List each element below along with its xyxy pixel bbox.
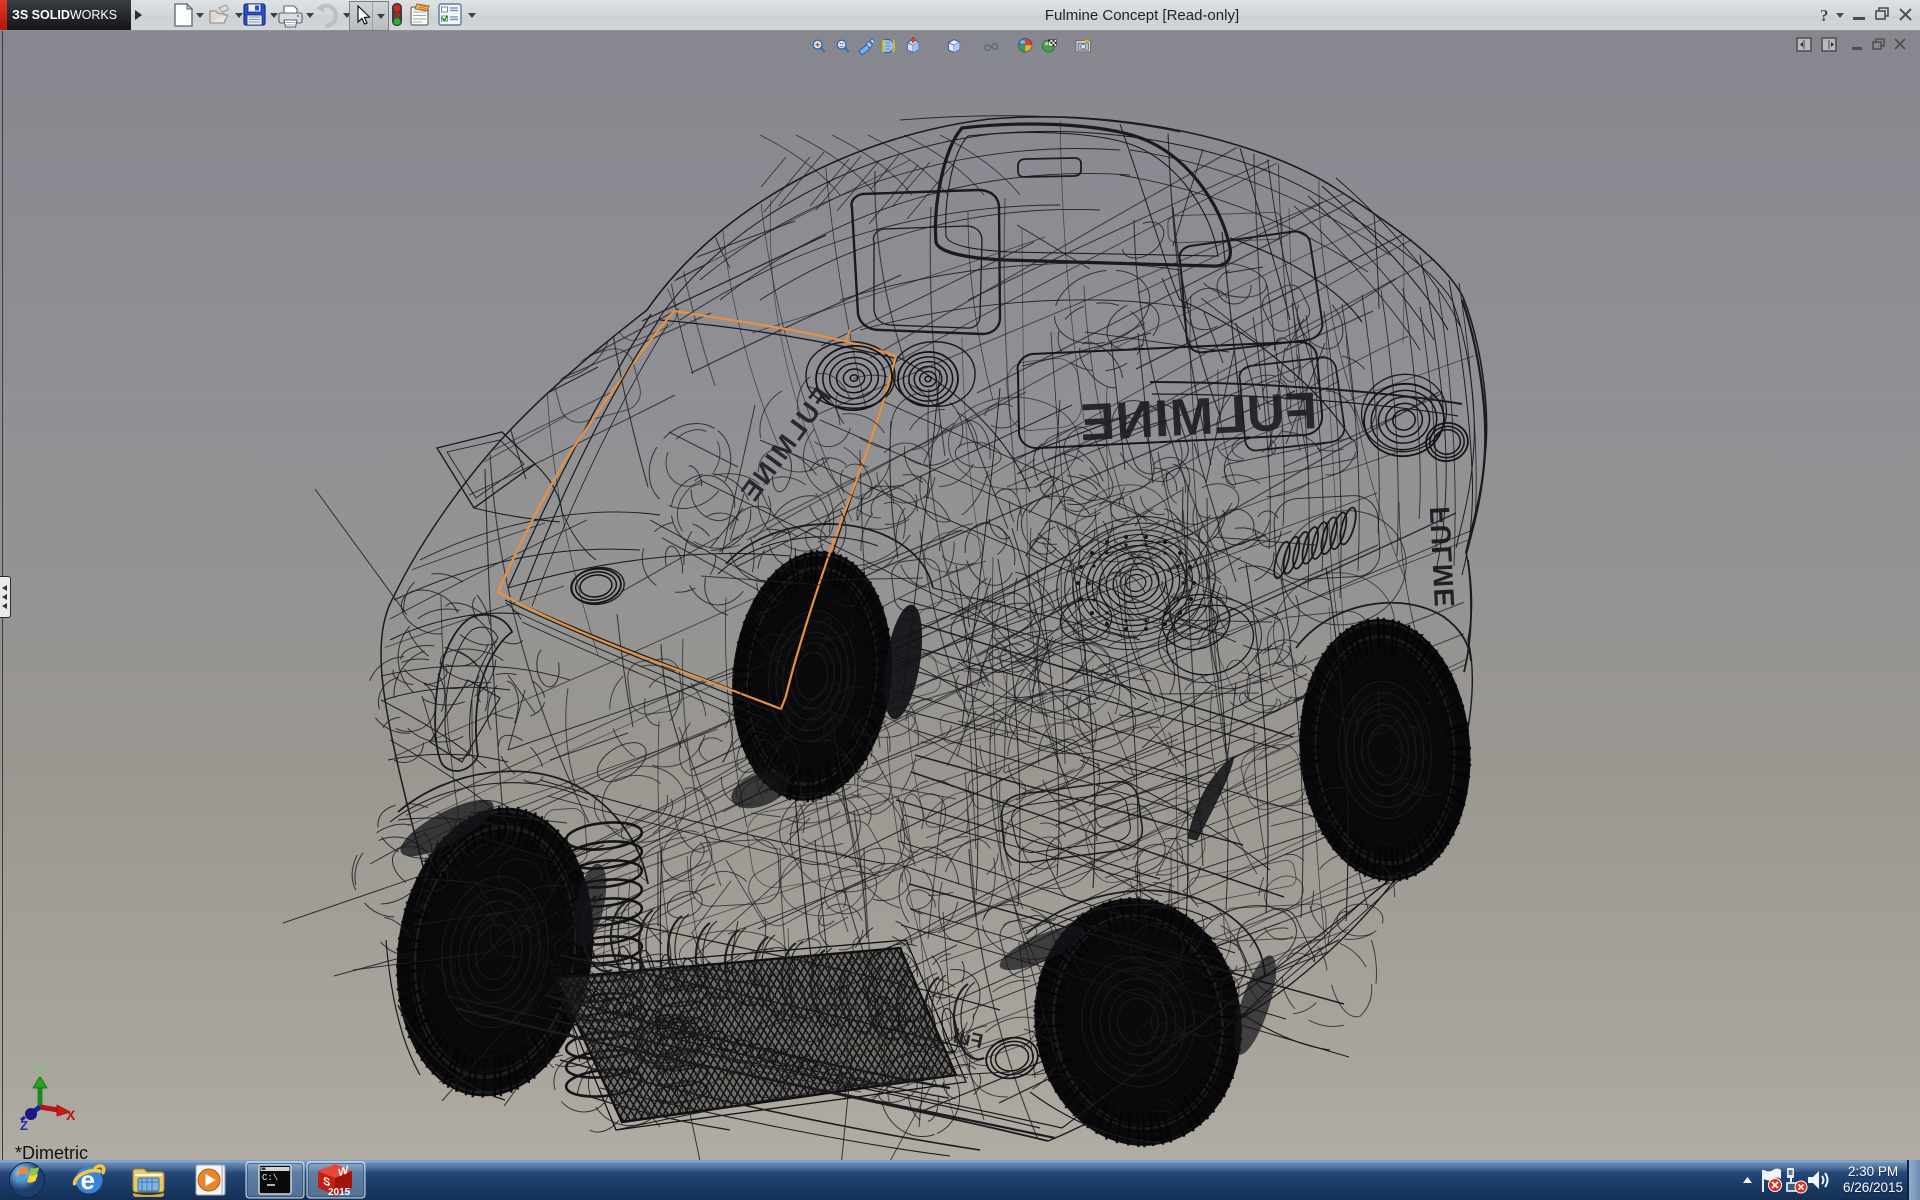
svg-text:X: X [66,1107,76,1123]
svg-text:?: ? [1820,6,1829,25]
svg-text:2015: 2015 [328,1187,351,1198]
svg-text:C:\: C:\ [262,1173,278,1183]
svg-text:Z: Z [20,1118,28,1133]
